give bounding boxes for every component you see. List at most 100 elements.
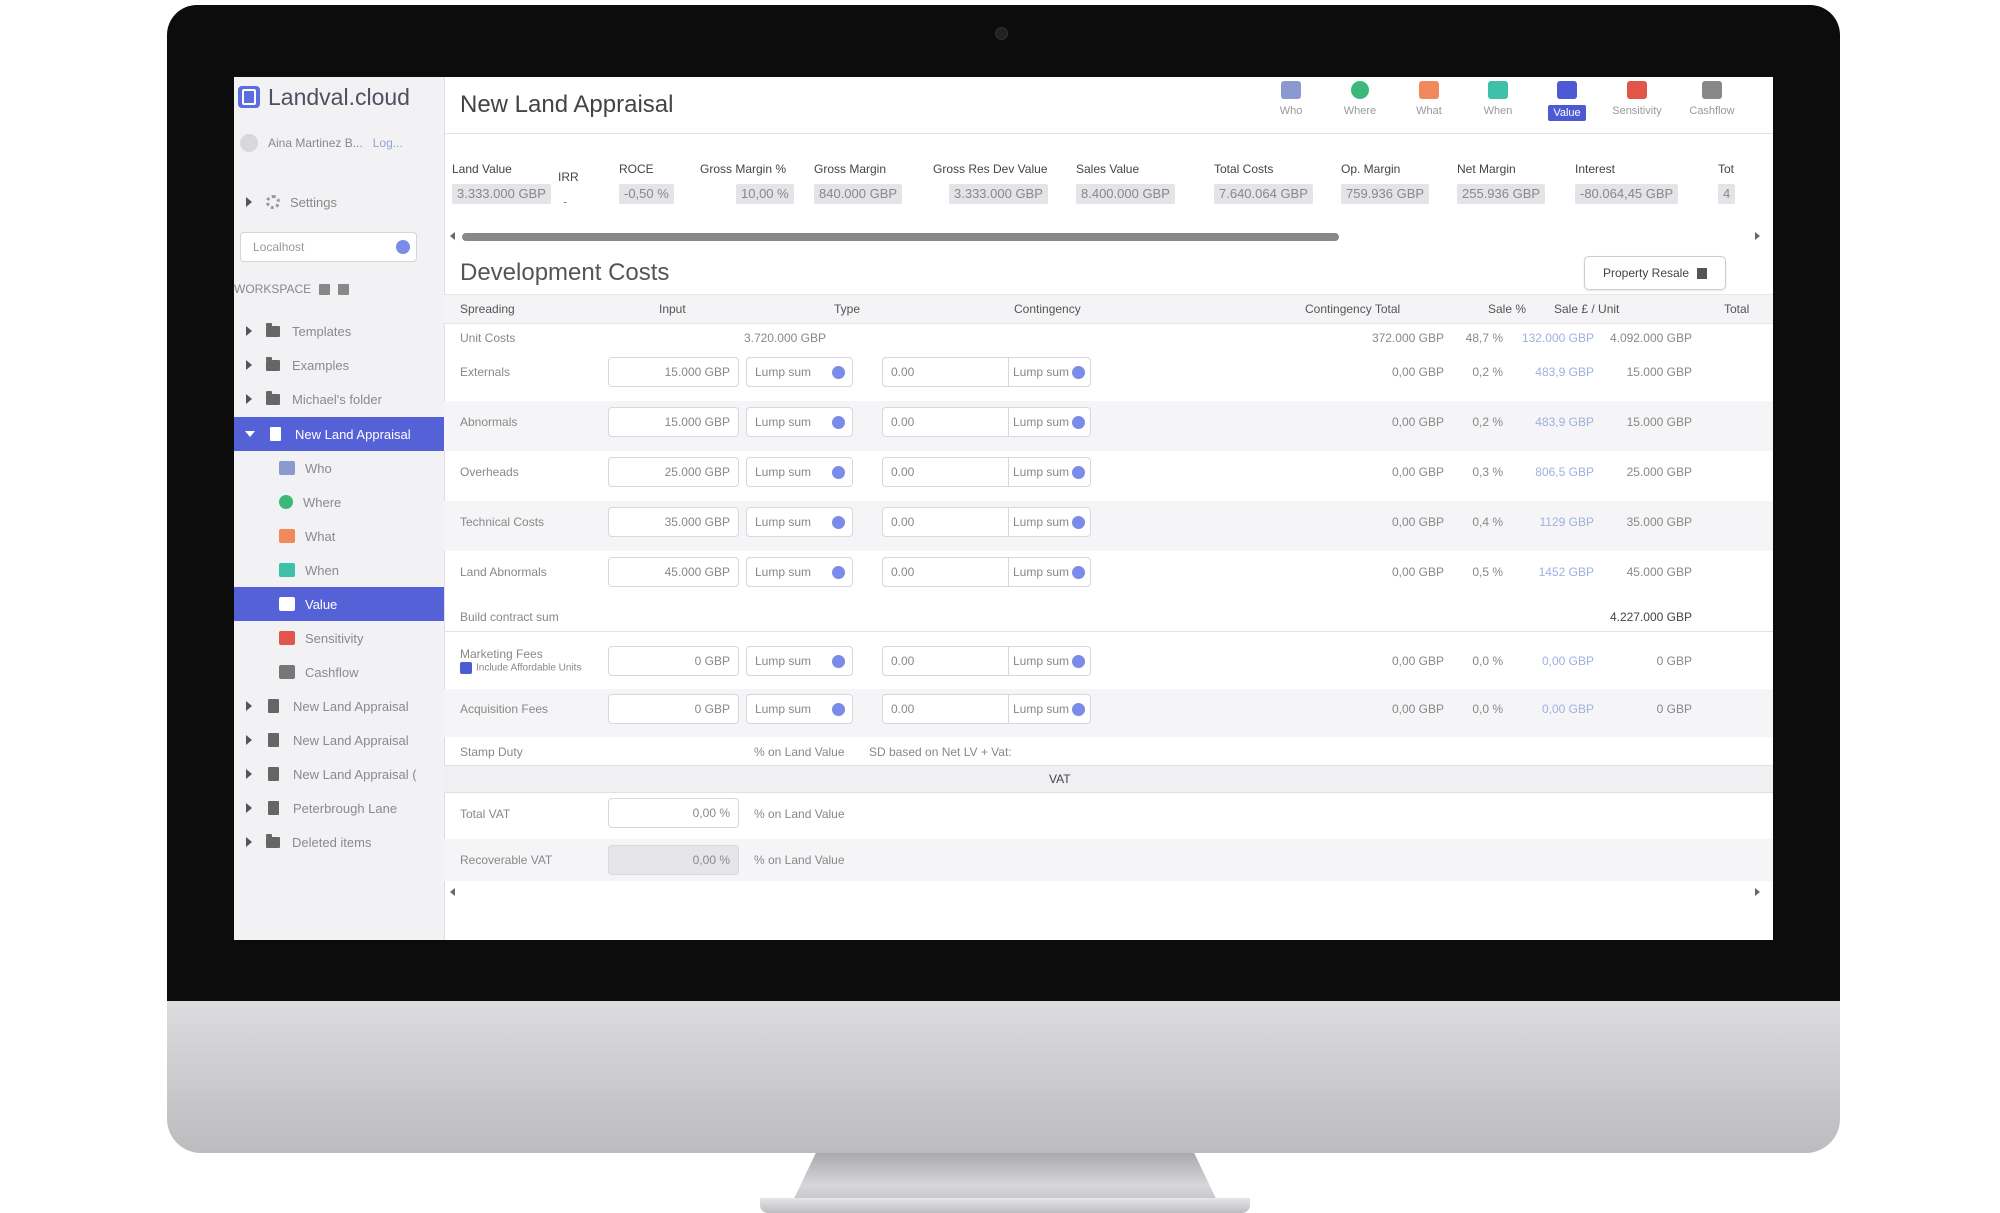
tab-where[interactable]: Where xyxy=(1330,81,1390,129)
sidebar-item-new-land-appraisal-2[interactable]: New Land Appraisal xyxy=(234,689,444,723)
kpi-value: 255.936 GBP xyxy=(1457,184,1546,204)
scroll-right-icon[interactable] xyxy=(1755,232,1760,240)
sidebar-item-new-land-appraisal-4[interactable]: New Land Appraisal ( xyxy=(234,757,444,791)
sidebar-item-templates[interactable]: Templates xyxy=(234,314,444,348)
contingency-input[interactable]: 0.00 xyxy=(882,407,1009,437)
checkbox-checked-icon[interactable] xyxy=(460,662,472,674)
type-select[interactable]: Lump sum xyxy=(746,407,853,437)
input-field[interactable]: 15.000 GBP xyxy=(608,357,739,387)
type-select[interactable]: Lump sum xyxy=(746,557,853,587)
sidebar-subitem-what[interactable]: What xyxy=(234,519,444,553)
sidebar-item-peterbrough-lane[interactable]: Peterbrough Lane xyxy=(234,791,444,825)
col-header: Sale £ / Unit xyxy=(1554,302,1620,316)
contingency-input[interactable]: 0.00 xyxy=(882,557,1009,587)
type-select[interactable]: Lump sum xyxy=(746,357,853,387)
vat-type: % on Land Value xyxy=(754,853,845,867)
contingency-total: 0,00 GBP xyxy=(1391,565,1444,579)
scroll-right-icon[interactable] xyxy=(1755,888,1760,896)
add-file-icon[interactable] xyxy=(338,283,350,295)
input-field[interactable]: 0 GBP xyxy=(608,694,739,724)
app-logo[interactable]: Landval.cloud xyxy=(238,83,410,111)
row-label: Marketing Fees xyxy=(460,647,543,661)
type-select[interactable]: Lump sum xyxy=(746,507,853,537)
tab-label: Value xyxy=(1548,105,1586,121)
scrollbar-thumb[interactable] xyxy=(462,233,1339,241)
workspace-search-input[interactable]: Localhost xyxy=(240,232,417,262)
table-scrollbar[interactable] xyxy=(450,887,1760,897)
contingency-input[interactable]: 0.00 xyxy=(882,457,1009,487)
tab-value[interactable]: Value xyxy=(1537,81,1597,129)
sidebar-subitem-when[interactable]: When xyxy=(234,553,444,587)
gear-icon xyxy=(266,195,280,209)
chevron-down-icon xyxy=(832,366,845,379)
document-icon xyxy=(268,733,279,747)
tab-cashflow[interactable]: Cashflow xyxy=(1682,81,1742,129)
type-select[interactable]: Lump sum xyxy=(746,694,853,724)
settings-item[interactable]: Settings xyxy=(234,185,337,219)
sale-per-unit: 1452 GBP xyxy=(1538,565,1594,579)
sidebar-subitem-sensitivity[interactable]: Sensitivity xyxy=(234,621,444,655)
sidebar-subitem-where[interactable]: Where xyxy=(234,485,444,519)
contingency-input[interactable]: 0.00 xyxy=(882,694,1009,724)
contingency-type-select[interactable]: Lump sum xyxy=(1008,646,1091,676)
type-select[interactable]: Lump sum xyxy=(746,457,853,487)
contingency-input[interactable]: 0.00 xyxy=(882,646,1009,676)
workspace-label: WORKSPACE xyxy=(234,282,312,296)
include-affordable-checkbox[interactable]: Include Affordable Units xyxy=(460,662,581,674)
row-label: Technical Costs xyxy=(460,515,545,529)
tab-what[interactable]: What xyxy=(1399,81,1459,129)
sale-per-unit: 483,9 GBP xyxy=(1535,365,1594,379)
type-select[interactable]: Lump sum xyxy=(746,646,853,676)
contingency-type-select[interactable]: Lump sum xyxy=(1008,457,1091,487)
contingency-type-select[interactable]: Lump sum xyxy=(1008,557,1091,587)
contingency-total: 0,00 GBP xyxy=(1391,465,1444,479)
search-dropdown-icon[interactable] xyxy=(396,240,410,254)
kpi-scrollbar[interactable] xyxy=(450,231,1760,243)
total-vat-input[interactable]: 0,00 % xyxy=(608,798,739,828)
kpi-label: Land Value xyxy=(452,162,512,176)
scroll-left-icon[interactable] xyxy=(450,232,455,240)
kpi-interest: Interest -80.064,45 GBP xyxy=(1575,162,1679,204)
input-field[interactable]: 0 GBP xyxy=(608,646,739,676)
sale-per-unit: 132.000 GBP xyxy=(1521,331,1594,345)
col-header: Contingency Total xyxy=(1305,302,1401,316)
contingency-type-select[interactable]: Lump sum xyxy=(1008,357,1091,387)
tab-sensitivity[interactable]: Sensitivity xyxy=(1607,81,1667,129)
kpi-label: Op. Margin xyxy=(1341,162,1401,176)
sidebar-subitem-who[interactable]: Who xyxy=(234,451,444,485)
kpi-value: 10,00 % xyxy=(736,184,794,204)
row-total: 35.000 GBP xyxy=(1626,515,1692,529)
vat-heading: VAT xyxy=(444,765,1773,793)
sidebar-item-new-land-appraisal[interactable]: New Land Appraisal xyxy=(234,417,444,451)
money-icon xyxy=(1557,81,1577,99)
user-name: Aina Martinez B... xyxy=(268,136,363,150)
input-field[interactable]: 15.000 GBP xyxy=(608,407,739,437)
property-resale-button[interactable]: Property Resale xyxy=(1584,256,1726,290)
recoverable-vat-input[interactable]: 0,00 % xyxy=(608,845,739,875)
input-field[interactable]: 25.000 GBP xyxy=(608,457,739,487)
input-field[interactable]: 45.000 GBP xyxy=(608,557,739,587)
contingency-input[interactable]: 0.00 xyxy=(882,357,1009,387)
sidebar-item-michaels-folder[interactable]: Michael's folder xyxy=(234,382,444,416)
input-field[interactable]: 35.000 GBP xyxy=(608,507,739,537)
contingency-type-select[interactable]: Lump sum xyxy=(1008,407,1091,437)
select-value: Lump sum xyxy=(1013,515,1070,529)
contingency-type-select[interactable]: Lump sum xyxy=(1008,507,1091,537)
sale-pct: 0,0 % xyxy=(1472,654,1503,668)
logout-link[interactable]: Log... xyxy=(373,136,403,150)
table-row: Technical Costs 35.000 GBP Lump sum 0.00 Lum… xyxy=(444,501,1773,551)
sidebar-item-new-land-appraisal-3[interactable]: New Land Appraisal xyxy=(234,723,444,757)
sidebar-subitem-cashflow[interactable]: Cashflow xyxy=(234,655,444,689)
tab-label: Sensitivity xyxy=(1612,105,1662,117)
kpi-value: -0,50 % xyxy=(619,184,674,204)
tab-who[interactable]: Who xyxy=(1261,81,1321,129)
stamp-duty-row: Stamp Duty % on Land Value SD based on N… xyxy=(444,737,1773,765)
contingency-input[interactable]: 0.00 xyxy=(882,507,1009,537)
tab-when[interactable]: When xyxy=(1468,81,1528,129)
scroll-left-icon[interactable] xyxy=(450,888,455,896)
sidebar-item-deleted-items[interactable]: Deleted items xyxy=(234,825,444,859)
sidebar-item-examples[interactable]: Examples xyxy=(234,348,444,382)
sidebar-subitem-value[interactable]: Value xyxy=(234,587,444,621)
add-folder-icon[interactable] xyxy=(319,283,331,295)
contingency-type-select[interactable]: Lump sum xyxy=(1008,694,1091,724)
